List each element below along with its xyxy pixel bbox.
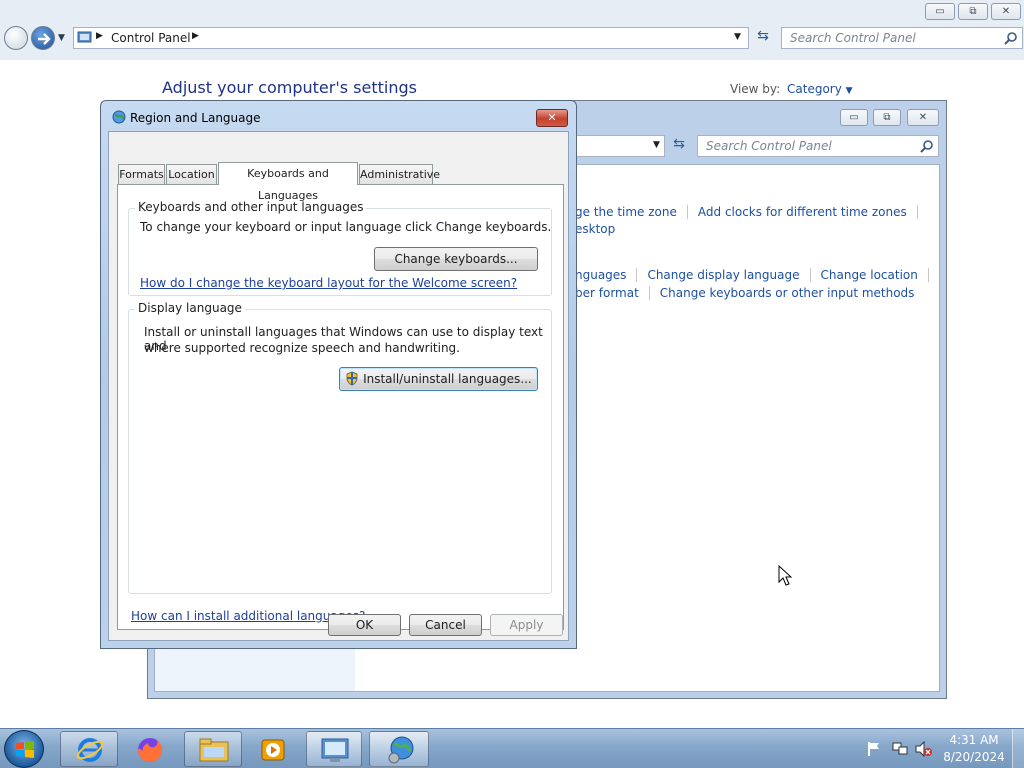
tab-formats[interactable]: Formats: [118, 164, 165, 184]
region-language-dialog: Region and Language ✕ Formats Location K…: [100, 100, 577, 649]
taskbar: 4:31 AM 8/20/2024: [0, 728, 1024, 768]
display-language-description-line2: where supported recognize speech and han…: [144, 341, 460, 355]
start-button[interactable]: [4, 730, 44, 768]
breadcrumb-chevron-icon[interactable]: ▶: [192, 31, 199, 41]
ok-button[interactable]: OK: [328, 614, 401, 636]
region-language-globe-icon: [388, 736, 414, 764]
view-by-value: Category: [787, 82, 842, 96]
show-desktop-button[interactable]: [1012, 729, 1024, 768]
apply-button[interactable]: Apply: [490, 614, 563, 636]
link-change-location[interactable]: Change location: [821, 268, 918, 282]
restore-button[interactable]: ⧉: [873, 109, 901, 126]
refresh-button[interactable]: ⇆: [668, 136, 690, 156]
volume-muted-icon[interactable]: [915, 741, 933, 757]
address-dropdown[interactable]: ▼: [653, 140, 660, 150]
taskbar-firefox[interactable]: [135, 735, 165, 765]
firefox-icon: [138, 738, 162, 762]
link-change-keyboards[interactable]: Change keyboards or other input methods: [660, 286, 915, 300]
region-globe-icon: [112, 110, 126, 124]
view-by-label: View by:: [730, 82, 781, 96]
tab-keyboards-and-languages[interactable]: Keyboards and Languages: [218, 162, 358, 202]
dialog-close-button[interactable]: ✕: [536, 109, 568, 127]
link-change-time-zone[interactable]: ge the time zone: [575, 205, 677, 219]
keyboards-group-label: Keyboards and other input languages: [135, 200, 367, 214]
breadcrumb-control-panel[interactable]: Control Panel: [111, 31, 191, 45]
file-explorer-icon: [199, 738, 229, 762]
minimize-button[interactable]: ▭: [925, 3, 955, 20]
view-by-dropdown[interactable]: Category ▼: [787, 82, 853, 96]
cancel-button[interactable]: Cancel: [409, 614, 482, 636]
tab-administrative[interactable]: Administrative: [359, 164, 440, 184]
action-center-flag-icon[interactable]: [866, 741, 882, 757]
separator: [927, 268, 929, 282]
close-button[interactable]: ✕: [907, 109, 939, 126]
internet-explorer-icon: [76, 738, 104, 762]
clock-region-links-row2: esktop: [575, 222, 615, 236]
breadcrumb-chevron-icon: ▶: [96, 31, 103, 41]
region-links-row3: nguages Change display language Change l…: [575, 268, 929, 282]
install-uninstall-languages-label: Install/uninstall languages...: [363, 372, 532, 386]
control-panel-icon: [77, 31, 92, 43]
change-keyboards-button[interactable]: Change keyboards...: [374, 247, 538, 271]
refresh-button[interactable]: ⇆: [752, 28, 774, 48]
search-placeholder: Search Control Panel: [790, 31, 916, 45]
tab-location[interactable]: Location: [166, 164, 217, 184]
dialog-title: Region and Language: [130, 111, 261, 125]
back-button[interactable]: [4, 26, 28, 50]
taskbar-internet-explorer[interactable]: [60, 731, 118, 767]
clock-date: 8/20/2024: [943, 750, 1005, 764]
address-bar[interactable]: ▼: [568, 135, 665, 157]
windows-logo-icon: [16, 741, 34, 758]
link-desktop[interactable]: esktop: [575, 222, 615, 236]
mouse-cursor-icon: [778, 565, 792, 586]
display-language-group-label: Display language: [135, 301, 245, 315]
link-number-format[interactable]: ber format: [575, 286, 639, 300]
separator: [686, 205, 688, 219]
taskbar-region-language[interactable]: [369, 731, 429, 767]
install-uninstall-languages-button[interactable]: Install/uninstall languages...: [339, 367, 538, 391]
taskbar-media-player[interactable]: [258, 735, 288, 765]
clock-time: 4:31 AM: [949, 733, 999, 747]
network-icon[interactable]: [891, 741, 909, 757]
clock-region-links-row1: ge the time zone Add clocks for differen…: [575, 205, 918, 219]
link-change-display-language[interactable]: Change display language: [647, 268, 799, 282]
taskbar-file-explorer[interactable]: [184, 731, 242, 767]
minimize-button[interactable]: ▭: [840, 109, 868, 126]
link-add-clocks[interactable]: Add clocks for different time zones: [698, 205, 907, 219]
restore-button[interactable]: ⧉: [958, 3, 988, 20]
search-input[interactable]: Search Control Panel: [697, 135, 939, 157]
separator: [636, 268, 638, 282]
dialog-body: Formats Location Keyboards and Languages…: [108, 131, 569, 641]
recent-pages-dropdown[interactable]: ▼: [58, 33, 65, 43]
welcome-screen-keyboard-link[interactable]: How do I change the keyboard layout for …: [140, 276, 517, 290]
link-languages[interactable]: nguages: [575, 268, 626, 282]
search-icon[interactable]: [920, 139, 934, 153]
separator: [916, 205, 918, 219]
separator: [648, 286, 650, 300]
arrow-right-icon: [38, 33, 51, 45]
taskbar-control-panel[interactable]: [306, 731, 362, 767]
tab-panel: Keyboards and other input languages To c…: [117, 184, 564, 630]
control-panel-icon: [321, 738, 349, 762]
page-title: Adjust your computer's settings: [162, 78, 417, 97]
separator: [809, 268, 811, 282]
chevron-down-icon: ▼: [845, 86, 853, 96]
address-bar[interactable]: ▶ Control Panel ▶ ▼: [73, 27, 749, 49]
forward-button[interactable]: [31, 26, 55, 50]
search-placeholder: Search Control Panel: [706, 139, 832, 153]
uac-shield-icon: [346, 371, 358, 386]
region-links-row4: ber format Change keyboards or other inp…: [575, 286, 914, 300]
media-player-icon: [261, 739, 285, 761]
address-dropdown[interactable]: ▼: [734, 32, 741, 42]
search-icon[interactable]: [1004, 31, 1018, 45]
close-button[interactable]: ✕: [991, 3, 1021, 20]
keyboards-description: To change your keyboard or input languag…: [140, 220, 552, 234]
clock[interactable]: 4:31 AM 8/20/2024: [940, 733, 1008, 764]
search-input[interactable]: Search Control Panel: [781, 27, 1023, 49]
